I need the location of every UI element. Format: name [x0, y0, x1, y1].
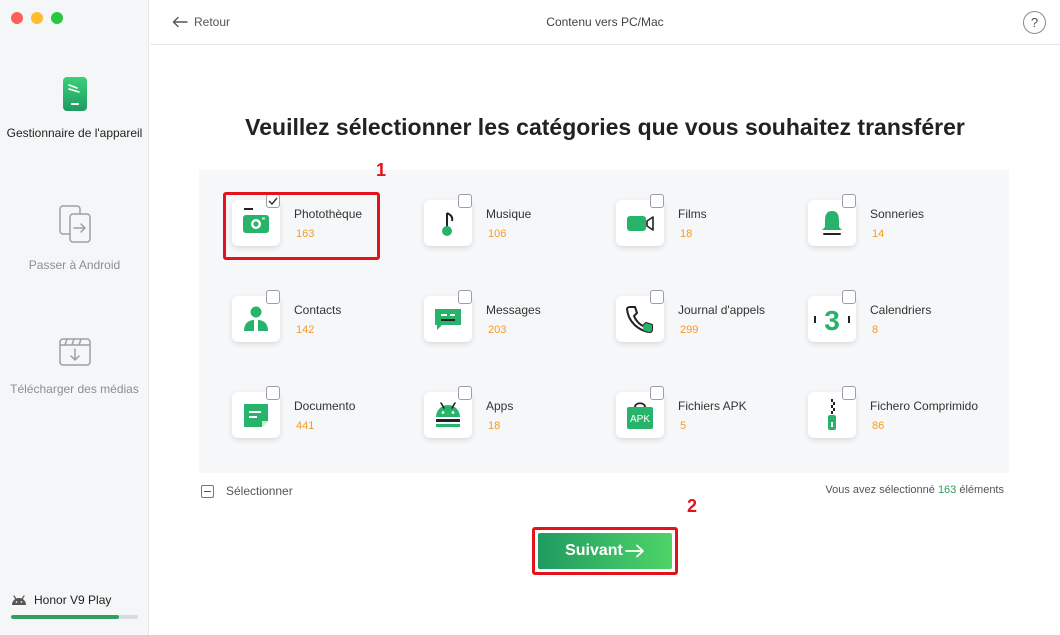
- sidebar-item-label: Gestionnaire de l'appareil: [6, 126, 143, 140]
- category-count: 14: [872, 228, 885, 240]
- bell-icon: [822, 211, 842, 235]
- category-messages[interactable]: Messages 203: [424, 290, 614, 352]
- android-icon: [12, 595, 26, 605]
- device-storage-fill: [11, 615, 119, 619]
- category-compressed-files[interactable]: Fichero Comprimido 86: [808, 386, 998, 448]
- window-title: Contenu vers PC/Mac: [546, 15, 664, 29]
- category-count: 86: [872, 420, 885, 432]
- sidebar-item-download-media[interactable]: Télécharger des médias: [0, 336, 149, 396]
- calendar-icon: 3: [814, 305, 850, 335]
- category-count: 299: [680, 324, 699, 336]
- page-title: Veuillez sélectionner les catégories que…: [245, 114, 965, 140]
- arrow-right-icon: [624, 544, 644, 558]
- category-name: Sonneries: [870, 207, 925, 221]
- android-app-icon: [436, 402, 460, 427]
- category-name: Calendriers: [870, 303, 932, 317]
- category-calendars[interactable]: 3 Calendriers 8: [808, 290, 998, 352]
- category-count: 18: [488, 420, 501, 432]
- category-name: Musique: [486, 207, 532, 221]
- contacts-icon: [244, 306, 268, 331]
- zip-icon: [828, 399, 836, 430]
- selection-summary-suffix: éléments: [956, 484, 1004, 496]
- select-all-toggle[interactable]: Sélectionner: [201, 484, 293, 498]
- message-icon: [435, 309, 461, 330]
- category-name: Fichiers APK: [678, 399, 747, 413]
- category-count: 5: [680, 420, 687, 432]
- phone-icon: [62, 77, 87, 111]
- category-apk-files[interactable]: APK Fichiers APK 5: [616, 386, 806, 448]
- category-checkbox[interactable]: [842, 194, 856, 208]
- category-count: 142: [296, 324, 315, 336]
- category-call-log[interactable]: Journal d'appels 299: [616, 290, 806, 352]
- category-count: 18: [680, 228, 693, 240]
- category-music[interactable]: Musique 106: [424, 194, 614, 256]
- transfer-icon: [58, 205, 91, 243]
- category-checkbox[interactable]: [650, 290, 664, 304]
- video-camera-icon: [627, 216, 654, 231]
- next-button-label: Suivant: [565, 542, 623, 559]
- next-button[interactable]: Suivant: [538, 533, 672, 569]
- category-checkbox[interactable]: [650, 386, 664, 400]
- category-name: Films: [678, 207, 707, 221]
- category-name: Fichero Comprimido: [870, 399, 979, 413]
- category-count: 8: [872, 324, 879, 336]
- device-status[interactable]: Honor V9 Play: [11, 593, 138, 619]
- sidebar: Gestionnaire de l'appareil Passer à Andr…: [0, 0, 149, 635]
- category-name: Messages: [486, 303, 541, 317]
- selection-summary-prefix: Vous avez sélectionné: [825, 484, 938, 496]
- selection-count: 163: [937, 484, 957, 496]
- category-count: 106: [488, 228, 507, 240]
- category-checkbox[interactable]: [266, 386, 280, 400]
- music-note-icon: [442, 212, 454, 236]
- category-apps[interactable]: Apps 18: [424, 386, 614, 448]
- apk-icon: APK: [627, 402, 653, 429]
- category-checkbox[interactable]: [458, 194, 472, 208]
- close-window-button[interactable]: [11, 12, 23, 24]
- category-count: 441: [296, 420, 315, 432]
- phone-call-icon: [626, 306, 653, 333]
- category-name: Journal d'appels: [678, 303, 766, 317]
- zoom-window-button[interactable]: [51, 12, 63, 24]
- category-name: Apps: [486, 399, 514, 413]
- category-name: Documento: [294, 399, 356, 413]
- category-checkbox[interactable]: [650, 194, 664, 208]
- select-all-checkbox[interactable]: [201, 484, 214, 498]
- category-films[interactable]: Films 18: [616, 194, 806, 256]
- category-checkbox[interactable]: [266, 290, 280, 304]
- selection-summary: Vous avez sélectionné 163 éléments: [825, 484, 1004, 496]
- category-ringtones[interactable]: Sonneries 14: [808, 194, 998, 256]
- window-controls: [11, 12, 63, 24]
- category-checkbox[interactable]: [458, 386, 472, 400]
- category-checkbox[interactable]: [458, 290, 472, 304]
- category-count: 203: [488, 324, 507, 336]
- select-all-label: Sélectionner: [226, 484, 293, 498]
- apk-icon-label: APK: [630, 414, 650, 425]
- sidebar-item-label: Passer à Android: [28, 258, 121, 272]
- category-contacts[interactable]: Contacts 142: [232, 290, 422, 352]
- sidebar-item-label: Télécharger des médias: [10, 382, 139, 396]
- sidebar-item-device-manager[interactable]: Gestionnaire de l'appareil: [0, 76, 149, 140]
- minimize-window-button[interactable]: [31, 12, 43, 24]
- title-bar: Retour Contenu vers PC/Mac ?: [150, 0, 1060, 45]
- category-documents[interactable]: Documento 441: [232, 386, 422, 448]
- annotation-step-1: 1: [376, 160, 387, 180]
- annotation-highlight-next-button: Suivant: [532, 527, 678, 575]
- calendar-day-number: 3: [824, 305, 840, 335]
- category-checkbox[interactable]: [842, 386, 856, 400]
- device-storage-bar: [11, 615, 138, 619]
- device-name: Honor V9 Play: [34, 593, 112, 607]
- sidebar-item-switch-android[interactable]: Passer à Android: [0, 204, 149, 272]
- help-button[interactable]: ?: [1023, 11, 1046, 34]
- category-name: Contacts: [294, 303, 342, 317]
- annotation-highlight-photo-library: [223, 192, 380, 260]
- document-icon: [244, 404, 268, 427]
- annotation-step-2: 2: [687, 496, 698, 516]
- download-media-icon: [58, 338, 91, 366]
- category-checkbox[interactable]: [842, 290, 856, 304]
